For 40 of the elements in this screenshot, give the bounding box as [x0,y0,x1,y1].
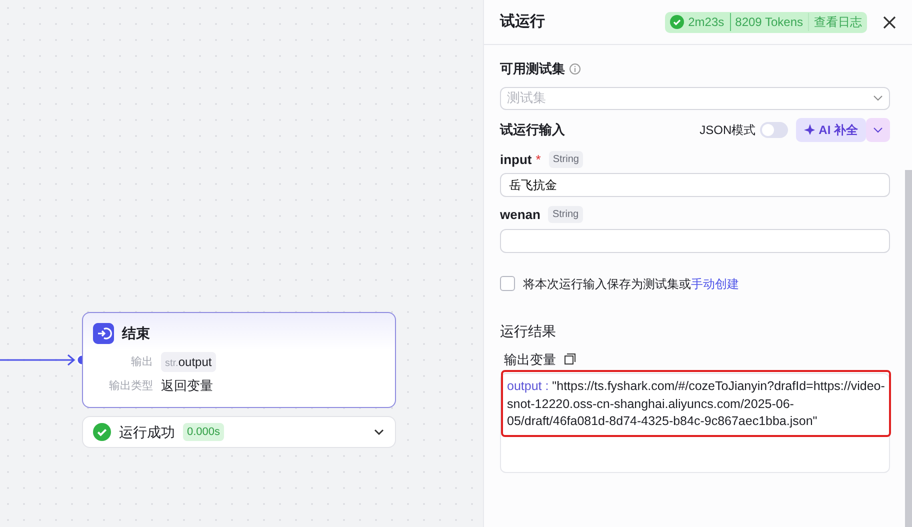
status-label: 运行成功 [119,422,175,442]
info-icon [569,62,581,75]
exit-icon [93,323,114,344]
row-label: 输出 [130,354,153,370]
type-tag: String [548,206,583,224]
run-status-bar[interactable]: 运行成功 0.000s [82,416,396,448]
field-label: wenan [500,206,540,224]
node-title: 结束 [122,324,150,343]
panel-title: 试运行 [500,12,545,32]
ai-complete-button[interactable]: AI 补全 [796,118,866,142]
json-mode-toggle[interactable] [760,122,788,138]
output-text: output : "https://ts.fyshark.com/#/cozeToJianyin?drafId=https://video-snot-12220.oss-cn-shanghai.aliyuncs.com/2025-06-05/draft/46fa081d-8d74-4325-b84c-9c867aec1bba.json" [503,372,889,434]
chevron-icon [873,125,883,136]
sparkle-icon [804,124,815,135]
token-count: 8209 Tokens [730,13,803,31]
required-mark: * [536,150,541,168]
duration-tag: 0.000s [183,422,224,442]
create-manually-link[interactable]: 手动创建 [691,276,739,290]
close-icon[interactable] [883,16,896,28]
duration-text: 2m23s [688,14,724,31]
input-field[interactable] [500,228,890,252]
section-label: 可用测试集 [500,60,565,78]
copy-icon[interactable] [564,353,576,366]
type-tag: String [548,150,583,168]
section-label: 试运行输入 [500,120,565,139]
select-placeholder: 测试集 [507,89,546,108]
output-variable-label: 输出变量 [504,350,556,368]
scrollbar[interactable] [905,170,912,527]
row-label: 输出类型 [108,378,153,394]
input-field[interactable]: 岳飞抗金 [500,173,890,197]
save-option-text: 将本次运行输入保存为测试集或手动创建 [523,276,739,292]
section-label: 运行结果 [500,322,557,340]
variable-tag: str.output [161,352,216,372]
chevron-icon [873,93,883,103]
end-node[interactable]: 结束 输出 str.output 输出类型 返回变量 [82,312,396,408]
json-mode-label: JSON模式 [700,122,756,138]
row-value: 返回变量 [161,377,213,395]
save-checkbox[interactable] [500,276,515,291]
dropdown-button[interactable] [866,118,890,142]
field-label: input [500,150,532,169]
